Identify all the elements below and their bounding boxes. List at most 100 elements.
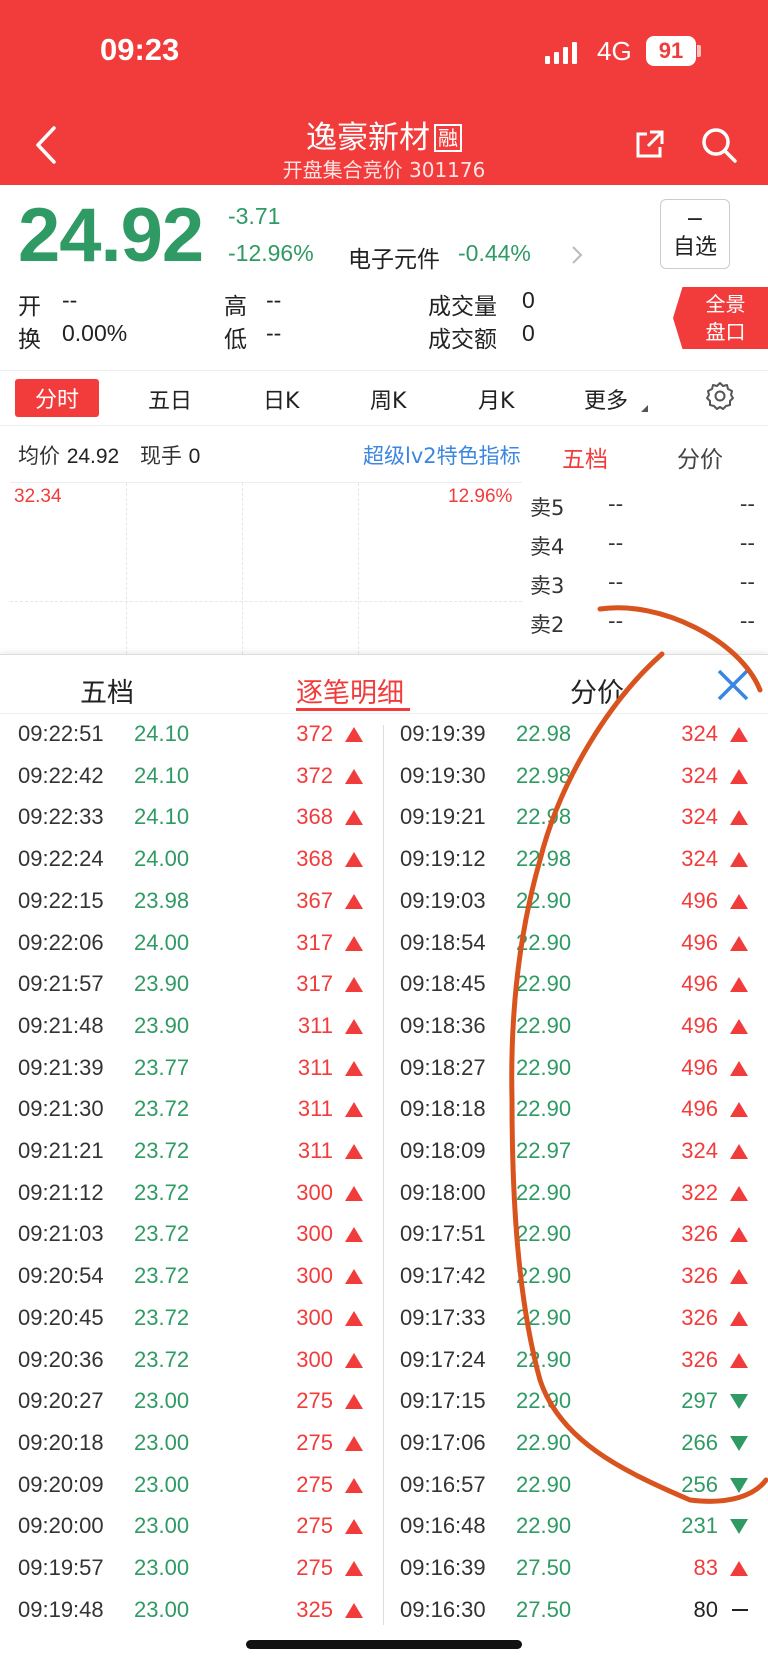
trade-row: 09:21:21 23.72 311 — [18, 1138, 363, 1180]
ask-volume: -- — [739, 609, 755, 633]
trade-volume: 231 — [681, 1513, 718, 1539]
amount-value: 0 — [522, 320, 535, 346]
sector-name[interactable]: 电子元件 — [348, 240, 440, 274]
up-arrow-icon — [345, 1310, 363, 1326]
trade-row: 09:17:51 22.90 326 — [400, 1221, 748, 1263]
trade-price: 23.72 — [134, 1138, 190, 1163]
up-arrow-icon — [345, 977, 363, 993]
side-tab-price-distribution[interactable]: 分价 — [677, 440, 723, 474]
trade-time: 09:22:06 — [18, 929, 104, 955]
tab-more[interactable]: 更多 — [584, 383, 628, 415]
trade-price: 22.97 — [516, 1138, 572, 1163]
trade-volume: 324 — [681, 762, 718, 788]
trade-volume: 275 — [296, 1555, 333, 1580]
trade-price: 24.00 — [134, 846, 190, 872]
trade-row: 09:20:18 23.00 275 — [18, 1430, 363, 1472]
trade-price: 22.98 — [516, 762, 572, 788]
trade-price: 23.00 — [134, 1596, 190, 1622]
trade-row: 09:16:57 22.90 256 — [400, 1472, 748, 1514]
volume-value: 0 — [522, 287, 535, 313]
sheet-tab-five-levels[interactable]: 五档 — [80, 671, 134, 710]
trade-row: 09:19:30 22.98 324 — [400, 763, 748, 805]
trade-time: 09:17:33 — [400, 1304, 486, 1330]
up-arrow-icon — [730, 1144, 748, 1159]
open-value: -- — [62, 287, 78, 313]
trade-row: 09:16:30 27.50 80 — [400, 1597, 748, 1639]
up-arrow-icon — [730, 810, 748, 826]
sheet-tab-tick-detail[interactable]: 逐笔明细 — [296, 671, 404, 710]
hand-label: 现手 — [139, 444, 182, 468]
trade-row: 09:19:39 22.98 324 — [400, 721, 748, 763]
up-arrow-icon — [730, 893, 748, 909]
home-indicator[interactable] — [246, 1640, 522, 1649]
up-arrow-icon — [345, 1102, 363, 1118]
trade-volume: 300 — [296, 1304, 333, 1330]
side-tab-five-levels[interactable]: 五档 — [562, 440, 608, 474]
more-dropdown-icon — [641, 405, 648, 412]
trade-row: 09:21:48 23.90 311 — [18, 1013, 363, 1055]
up-arrow-icon — [345, 1519, 363, 1535]
trade-price: 23.72 — [134, 1221, 190, 1247]
down-arrow-icon — [730, 1394, 748, 1410]
tab-five-day[interactable]: 五日 — [148, 383, 192, 415]
grid-line — [10, 601, 522, 602]
up-arrow-icon — [345, 852, 363, 868]
tab-day-k[interactable]: 日K — [263, 383, 299, 415]
trade-price: 23.72 — [134, 1346, 190, 1372]
trade-price: 22.90 — [516, 1346, 572, 1372]
panorama-label-1: 全景 — [705, 292, 746, 316]
trade-time: 09:21:03 — [18, 1221, 104, 1247]
tab-month-k[interactable]: 月K — [478, 383, 514, 415]
ask-price: -- — [608, 609, 624, 633]
up-arrow-icon — [345, 893, 363, 909]
trade-time: 09:22:51 — [18, 721, 104, 746]
panorama-button[interactable]: 全景 盘口 — [673, 287, 768, 349]
up-arrow-icon — [345, 1227, 363, 1243]
trade-time: 09:20:36 — [18, 1346, 104, 1372]
lv2-indicator-link[interactable]: 超级lv2特色指标 — [363, 440, 521, 470]
trade-detail-sheet: 五档 逐笔明细 分价 09:22:51 24.10 372 09:22:42 24.10… — [0, 654, 768, 1665]
turnover-label: 换 — [18, 327, 41, 353]
trade-time: 09:16:39 — [400, 1555, 486, 1580]
battery-tip — [697, 45, 701, 57]
column-divider — [383, 725, 384, 1625]
grid-line — [358, 483, 359, 654]
trade-price: 22.90 — [516, 1513, 572, 1539]
ask-label: 卖4 — [530, 535, 565, 559]
share-icon[interactable] — [632, 128, 666, 162]
watchlist-button[interactable]: − 自选 — [660, 199, 730, 269]
open-label: 开 — [18, 294, 41, 320]
trade-row: 09:18:18 22.90 496 — [400, 1096, 748, 1138]
trade-time: 09:19:03 — [400, 887, 486, 913]
trade-time: 09:17:51 — [400, 1221, 486, 1247]
trade-row: 09:22:33 24.10 368 — [18, 804, 363, 846]
tab-week-k[interactable]: 周K — [370, 383, 406, 415]
trade-time: 09:20:27 — [18, 1388, 104, 1414]
trade-price: 23.98 — [134, 887, 190, 913]
sector-change-pct[interactable]: -0.44% — [458, 240, 531, 267]
ask-volume: -- — [739, 492, 755, 516]
battery-icon: 91 — [646, 36, 696, 66]
sheet-tab-price-distribution[interactable]: 分价 — [570, 671, 624, 710]
trade-volume: 317 — [296, 929, 333, 955]
trade-row: 09:19:57 23.00 275 — [18, 1555, 363, 1597]
trade-row: 09:19:03 22.90 496 — [400, 888, 748, 930]
trade-volume: 367 — [296, 887, 333, 913]
last-price: 24.92 — [18, 193, 204, 278]
trade-price: 23.90 — [134, 971, 190, 997]
trade-price: 22.90 — [516, 887, 572, 913]
ask-row: 卖4 -- -- — [530, 531, 755, 561]
up-arrow-icon — [730, 1185, 748, 1201]
tab-intraday[interactable]: 分时 — [15, 379, 100, 417]
up-arrow-icon — [730, 768, 748, 784]
gear-icon[interactable] — [704, 380, 736, 412]
trade-volume: 275 — [296, 1471, 333, 1497]
down-arrow-icon — [730, 1435, 748, 1451]
up-arrow-icon — [345, 1394, 363, 1410]
close-icon[interactable] — [713, 665, 753, 705]
trade-time: 09:17:06 — [400, 1429, 486, 1455]
up-arrow-icon — [730, 1060, 748, 1076]
chevron-right-icon[interactable] — [570, 244, 584, 266]
search-icon[interactable] — [700, 126, 738, 164]
trade-price: 22.90 — [516, 1179, 572, 1205]
